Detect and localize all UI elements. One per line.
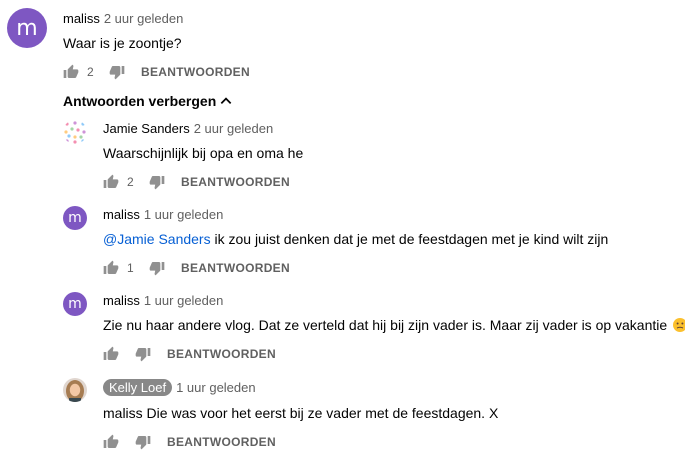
thumb-down-icon[interactable] bbox=[135, 346, 151, 362]
avatar-letter: m bbox=[68, 210, 82, 226]
reply-button[interactable]: BEANTWOORDEN bbox=[181, 261, 290, 275]
reply-button[interactable]: BEANTWOORDEN bbox=[167, 435, 276, 449]
thumb-down-icon[interactable] bbox=[135, 434, 151, 450]
avatar[interactable]: m bbox=[63, 292, 87, 316]
comment-time[interactable]: 2 uur geleden bbox=[104, 11, 184, 26]
reply-text-body: Zie nu haar andere vlog. Dat ze verteld … bbox=[103, 317, 672, 333]
comment-author[interactable]: maliss bbox=[63, 11, 100, 26]
comment-actions: 2 BEANTWOORDEN bbox=[63, 64, 250, 80]
reply-time[interactable]: 1 uur geleden bbox=[144, 207, 224, 222]
reply-actions: BEANTWOORDEN bbox=[103, 434, 276, 450]
reply-author[interactable]: Kelly Loef bbox=[103, 379, 173, 396]
reply-actions: 2 BEANTWOORDEN bbox=[103, 174, 290, 190]
avatar[interactable] bbox=[63, 378, 87, 402]
reply-author[interactable]: maliss bbox=[103, 293, 140, 308]
reply-header: Kelly Loef 1 uur geleden bbox=[103, 379, 256, 396]
thumb-down-icon[interactable] bbox=[109, 64, 125, 80]
reply-button[interactable]: BEANTWOORDEN bbox=[141, 65, 250, 79]
avatar[interactable] bbox=[63, 120, 87, 144]
thumb-up-icon[interactable] bbox=[103, 174, 119, 190]
thumb-down-icon[interactable] bbox=[149, 174, 165, 190]
reply-header: maliss 1 uur geleden bbox=[103, 293, 223, 308]
comment-header: maliss 2 uur geleden bbox=[63, 11, 183, 26]
reply-actions: BEANTWOORDEN bbox=[103, 346, 276, 362]
chevron-up-icon bbox=[220, 97, 232, 104]
reply-button[interactable]: BEANTWOORDEN bbox=[181, 175, 290, 189]
avatar-letter: m bbox=[16, 15, 38, 41]
reply-header: maliss 1 uur geleden bbox=[103, 207, 223, 222]
reply-text: Waarschijnlijk bij opa en oma he bbox=[103, 145, 304, 161]
avatar-letter: m bbox=[68, 296, 82, 312]
reply-time[interactable]: 2 uur geleden bbox=[194, 121, 274, 136]
like-count: 2 bbox=[87, 65, 94, 79]
hide-replies-label: Antwoorden verbergen bbox=[63, 93, 217, 109]
reply-time[interactable]: 1 uur geleden bbox=[176, 380, 256, 395]
reply-text: Zie nu haar andere vlog. Dat ze verteld … bbox=[103, 317, 685, 333]
hide-replies-button[interactable]: Antwoorden verbergen bbox=[63, 93, 233, 109]
reply-text-body: ik zou juist denken dat je met de feestd… bbox=[210, 231, 609, 247]
mention-link[interactable]: @Jamie Sanders bbox=[103, 231, 211, 247]
comment-text: Waar is je zoontje? bbox=[63, 35, 182, 51]
avatar[interactable]: m bbox=[63, 206, 87, 230]
reply-text: @Jamie Sanders ik zou juist denken dat j… bbox=[103, 231, 608, 247]
reply-time[interactable]: 1 uur geleden bbox=[144, 293, 224, 308]
reply-actions: 1 BEANTWOORDEN bbox=[103, 260, 290, 276]
reply-header: Jamie Sanders 2 uur geleden bbox=[103, 121, 273, 136]
like-count: 2 bbox=[127, 175, 134, 189]
face-emoji-icon bbox=[673, 318, 685, 332]
like-count: 1 bbox=[127, 261, 134, 275]
reply-text: maliss Die was voor het eerst bij ze vad… bbox=[103, 405, 499, 421]
reply-button[interactable]: BEANTWOORDEN bbox=[167, 347, 276, 361]
pattern-avatar-icon bbox=[64, 121, 86, 144]
thumb-up-icon[interactable] bbox=[103, 434, 119, 450]
avatar[interactable]: m bbox=[7, 8, 47, 48]
profile-photo-icon bbox=[63, 378, 87, 402]
thumb-up-icon[interactable] bbox=[103, 346, 119, 362]
reply-author[interactable]: Jamie Sanders bbox=[103, 121, 190, 136]
reply-author[interactable]: maliss bbox=[103, 207, 140, 222]
thumb-down-icon[interactable] bbox=[149, 260, 165, 276]
thumb-up-icon[interactable] bbox=[63, 64, 79, 80]
thumb-up-icon[interactable] bbox=[103, 260, 119, 276]
